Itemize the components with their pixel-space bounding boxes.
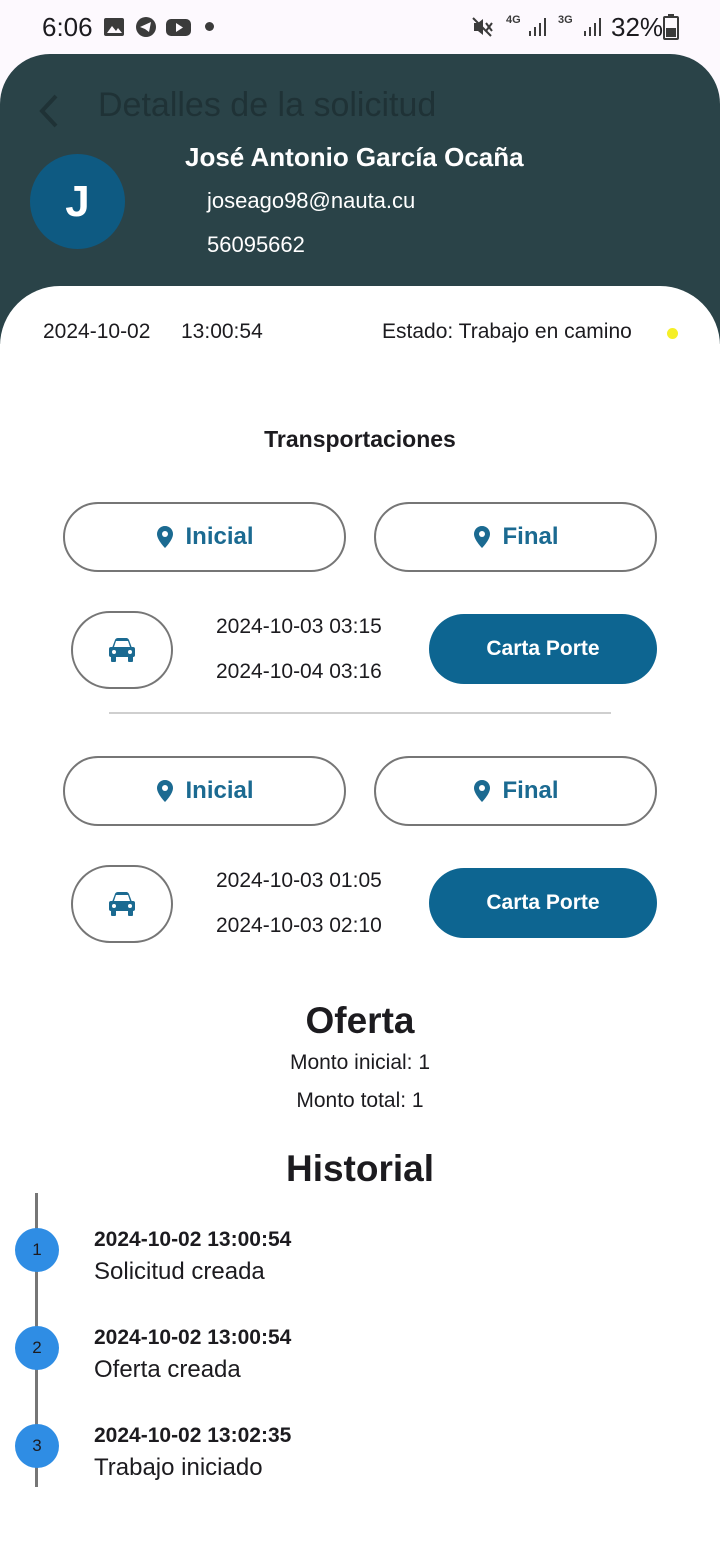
location-pin-icon: [157, 780, 174, 802]
notification-dot: [205, 22, 214, 31]
status-indicator-dot: [667, 328, 678, 339]
carta-porte-button[interactable]: Carta Porte: [429, 868, 657, 938]
avatar: J: [30, 154, 125, 249]
history-date: 2024-10-02 13:00:54: [94, 1326, 292, 1349]
user-phone: 56095662: [207, 232, 305, 257]
timeline-step-3: 3: [15, 1424, 59, 1468]
timeline-step-2: 2: [15, 1326, 59, 1370]
history-title: Historial: [285, 1148, 435, 1189]
back-arrow-icon[interactable]: [34, 92, 62, 130]
trip-end-date: 2024-10-03 02:10: [216, 914, 382, 937]
telegram-icon: [136, 17, 156, 37]
battery-percent: 32%: [611, 12, 664, 42]
offer-title: Oferta: [305, 1000, 415, 1041]
transportations-title: Transportaciones: [264, 426, 456, 452]
request-time: 13:00:54: [181, 320, 263, 343]
vehicle-button[interactable]: [71, 611, 173, 689]
signal-icon: [529, 18, 546, 36]
status-time: 6:06: [42, 12, 93, 42]
page-title: Detalles de la solicitud: [98, 86, 437, 124]
status-bar: 6:06 4G 3G 32%: [0, 0, 720, 54]
carta-porte-button[interactable]: Carta Porte: [429, 614, 657, 684]
network-3g: 3G: [558, 14, 573, 26]
trip-start-date: 2024-10-03 03:15: [216, 615, 382, 638]
car-icon: [109, 892, 135, 916]
initial-label: Inicial: [185, 777, 254, 804]
request-date: 2024-10-02: [43, 320, 151, 343]
trip-end-date: 2024-10-04 03:16: [216, 660, 382, 683]
battery-icon: [663, 14, 679, 40]
initial-location-button[interactable]: Inicial: [63, 756, 346, 826]
car-icon: [109, 638, 135, 662]
trip-start-date: 2024-10-03 01:05: [216, 869, 382, 892]
mute-icon: [472, 17, 493, 37]
user-email: joseago98@nauta.cu: [207, 188, 416, 213]
user-name: José Antonio García Ocaña: [185, 142, 524, 172]
request-status: Estado: Trabajo en camino: [382, 320, 632, 343]
history-event: Trabajo iniciado: [94, 1454, 263, 1481]
avatar-letter: J: [65, 176, 90, 226]
initial-location-button[interactable]: Inicial: [63, 502, 346, 572]
timeline-step-1: 1: [15, 1228, 59, 1272]
final-location-button[interactable]: Final: [374, 502, 657, 572]
initial-label: Inicial: [185, 523, 254, 550]
history-event: Oferta creada: [94, 1356, 241, 1383]
offer-initial-amount: Monto inicial: 1: [289, 1051, 431, 1074]
location-pin-icon: [474, 526, 491, 548]
offer-total-amount: Monto total: 1: [296, 1089, 424, 1112]
vehicle-button[interactable]: [71, 865, 173, 943]
location-pin-icon: [474, 780, 491, 802]
location-pin-icon: [157, 526, 174, 548]
youtube-icon: [166, 19, 191, 36]
history-date: 2024-10-02 13:00:54: [94, 1228, 292, 1251]
final-location-button[interactable]: Final: [374, 756, 657, 826]
history-event: Solicitud creada: [94, 1258, 265, 1285]
divider: [109, 712, 611, 714]
history-date: 2024-10-02 13:02:35: [94, 1424, 292, 1447]
final-label: Final: [502, 523, 559, 550]
network-4g: 4G: [506, 14, 521, 26]
final-label: Final: [502, 777, 559, 804]
signal-icon: [584, 18, 601, 36]
image-icon: [104, 18, 124, 36]
